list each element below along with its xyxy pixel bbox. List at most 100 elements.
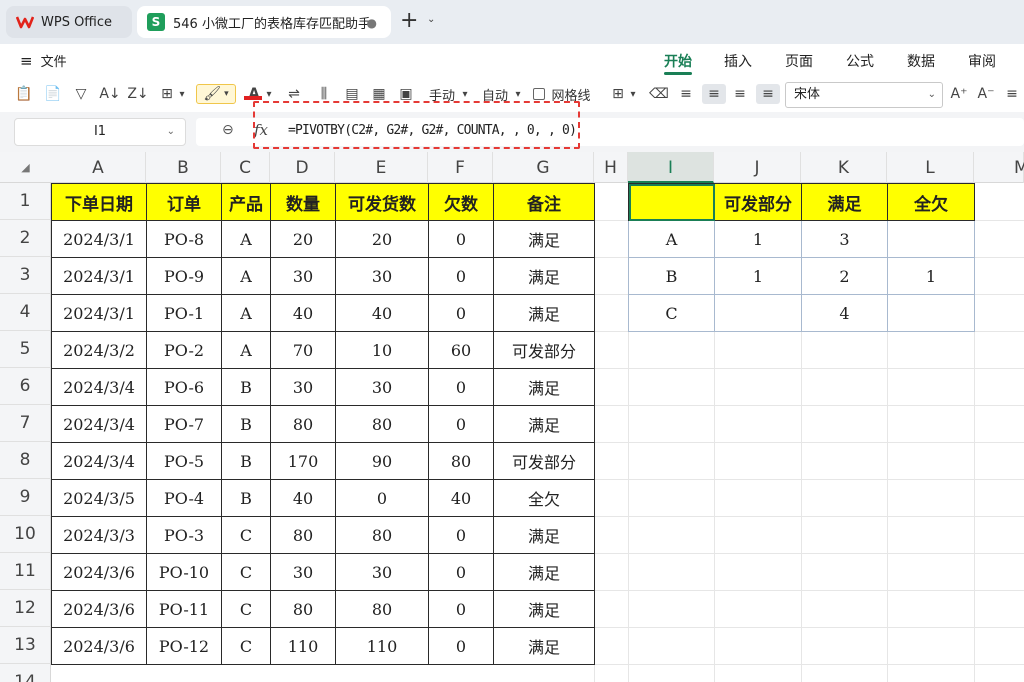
header-cell-order-date[interactable]: 下单日期: [51, 183, 147, 221]
clear-format-icon[interactable]: ⌫: [649, 84, 669, 104]
tab-document[interactable]: S 546 小微工厂的表格库存匹配助手 ●: [137, 6, 391, 38]
cell-order-id[interactable]: PO-11: [146, 590, 222, 628]
row-header-3[interactable]: 3: [0, 257, 51, 294]
column-header-i[interactable]: I: [628, 152, 714, 183]
cell-remark[interactable]: 满足: [493, 368, 595, 406]
increase-font-icon[interactable]: A⁺: [949, 84, 969, 104]
cell-shortage[interactable]: 80: [428, 442, 494, 480]
cell-order-date[interactable]: 2024/3/5: [51, 479, 147, 517]
pivot-row-label[interactable]: C: [628, 294, 715, 332]
cell-remark[interactable]: 满足: [493, 516, 595, 554]
more-icon[interactable]: ≡: [1004, 84, 1020, 104]
row-header-6[interactable]: 6: [0, 368, 51, 405]
cell-quantity[interactable]: 80: [270, 405, 336, 443]
decrease-font-icon[interactable]: A⁻: [976, 84, 996, 104]
table-style-icon[interactable]: ⊞: [608, 84, 628, 104]
select-all-corner[interactable]: ◢: [0, 152, 51, 183]
align-right-icon[interactable]: ≡: [731, 84, 749, 104]
cell-remark[interactable]: 满足: [493, 627, 595, 665]
header-cell-order-id[interactable]: 订单: [146, 183, 222, 221]
cell-order-date[interactable]: 2024/3/1: [51, 294, 147, 332]
sort-ascending-icon[interactable]: A↓: [99, 84, 120, 104]
cell-order-id[interactable]: PO-8: [146, 220, 222, 258]
tab-wps-office[interactable]: WPS Office: [6, 6, 132, 38]
column-header-k[interactable]: K: [801, 152, 887, 183]
cell-remark[interactable]: 全欠: [493, 479, 595, 517]
header-cell-product[interactable]: 产品: [221, 183, 271, 221]
column-header-m[interactable]: M: [974, 152, 1024, 183]
column-header-a[interactable]: A: [51, 152, 146, 183]
cell-quantity[interactable]: 30: [270, 553, 336, 591]
cell-order-date[interactable]: 2024/3/4: [51, 368, 147, 406]
cell-remark[interactable]: 满足: [493, 553, 595, 591]
row-header-7[interactable]: 7: [0, 405, 51, 442]
cell-remark[interactable]: 满足: [493, 590, 595, 628]
column-header-h[interactable]: H: [594, 152, 628, 183]
chevron-down-icon[interactable]: ⌄: [427, 14, 435, 25]
new-tab-button[interactable]: +: [400, 9, 418, 33]
row-header-5[interactable]: 5: [0, 331, 51, 368]
borders-icon[interactable]: ⊞: [157, 84, 177, 104]
tab-formulas[interactable]: 公式: [846, 51, 874, 71]
cell-shortage[interactable]: 60: [428, 331, 494, 369]
pivot-cell[interactable]: 1: [714, 220, 802, 258]
cell-remark[interactable]: 满足: [493, 294, 595, 332]
cell-order-id[interactable]: PO-12: [146, 627, 222, 665]
cell-quantity[interactable]: 30: [270, 257, 336, 295]
pivot-cell[interactable]: 1: [714, 257, 802, 295]
row-header-10[interactable]: 10: [0, 516, 51, 553]
cell-quantity[interactable]: 40: [270, 294, 336, 332]
name-box[interactable]: I1 ⌄: [14, 118, 186, 146]
pivot-cell[interactable]: [887, 294, 975, 332]
pivot-row-label[interactable]: A: [628, 220, 715, 258]
cell-order-id[interactable]: PO-9: [146, 257, 222, 295]
align-center-icon[interactable]: ≡: [702, 84, 726, 104]
cell-quantity[interactable]: 20: [270, 220, 336, 258]
cell-remark[interactable]: 可发部分: [493, 331, 595, 369]
cell-order-id[interactable]: PO-6: [146, 368, 222, 406]
cell-order-id[interactable]: PO-2: [146, 331, 222, 369]
cell-order-id[interactable]: PO-10: [146, 553, 222, 591]
unsaved-indicator[interactable]: ●: [367, 16, 377, 30]
cell-remark[interactable]: 可发部分: [493, 442, 595, 480]
cell-shortage[interactable]: 0: [428, 590, 494, 628]
column-header-g[interactable]: G: [493, 152, 594, 183]
pivot-cell[interactable]: 3: [801, 220, 888, 258]
cell-shippable-qty[interactable]: 0: [335, 479, 429, 517]
font-family-select[interactable]: 宋体 ⌄: [785, 82, 943, 108]
pivot-cell[interactable]: 2: [801, 257, 888, 295]
cell-quantity[interactable]: 80: [270, 516, 336, 554]
fill-color-button[interactable]: 🖌 ▾: [196, 84, 236, 104]
zoom-icon[interactable]: ⊖: [222, 122, 234, 138]
cell-quantity[interactable]: 170: [270, 442, 336, 480]
filter-icon[interactable]: ▽: [72, 84, 90, 104]
cell-order-date[interactable]: 2024/3/3: [51, 516, 147, 554]
chevron-down-icon[interactable]: ▾: [177, 84, 187, 104]
row-header-13[interactable]: 13: [0, 627, 51, 664]
row-header-12[interactable]: 12: [0, 590, 51, 627]
column-header-l[interactable]: L: [887, 152, 974, 183]
tab-insert[interactable]: 插入: [724, 51, 752, 71]
cell-shippable-qty[interactable]: 30: [335, 368, 429, 406]
sort-descending-icon[interactable]: Z↓: [127, 84, 148, 104]
cell-shortage[interactable]: 0: [428, 516, 494, 554]
cell-shippable-qty[interactable]: 30: [335, 553, 429, 591]
clipboard-icon[interactable]: 📄: [43, 84, 63, 104]
chevron-down-icon[interactable]: ▾: [628, 84, 638, 104]
tab-page[interactable]: 页面: [785, 51, 813, 71]
cell-remark[interactable]: 满足: [493, 405, 595, 443]
tab-data[interactable]: 数据: [907, 51, 935, 71]
cell-shippable-qty[interactable]: 30: [335, 257, 429, 295]
active-cell[interactable]: [628, 183, 715, 221]
cell-order-date[interactable]: 2024/3/6: [51, 627, 147, 665]
column-header-b[interactable]: B: [146, 152, 221, 183]
pivot-cell[interactable]: 1: [887, 257, 975, 295]
cell-product[interactable]: A: [221, 257, 271, 295]
cell-order-date[interactable]: 2024/3/2: [51, 331, 147, 369]
cell-shippable-qty[interactable]: 80: [335, 590, 429, 628]
row-header-11[interactable]: 11: [0, 553, 51, 590]
cell-shortage[interactable]: 0: [428, 294, 494, 332]
column-header-j[interactable]: J: [714, 152, 801, 183]
cell-shippable-qty[interactable]: 40: [335, 294, 429, 332]
cell-order-id[interactable]: PO-1: [146, 294, 222, 332]
